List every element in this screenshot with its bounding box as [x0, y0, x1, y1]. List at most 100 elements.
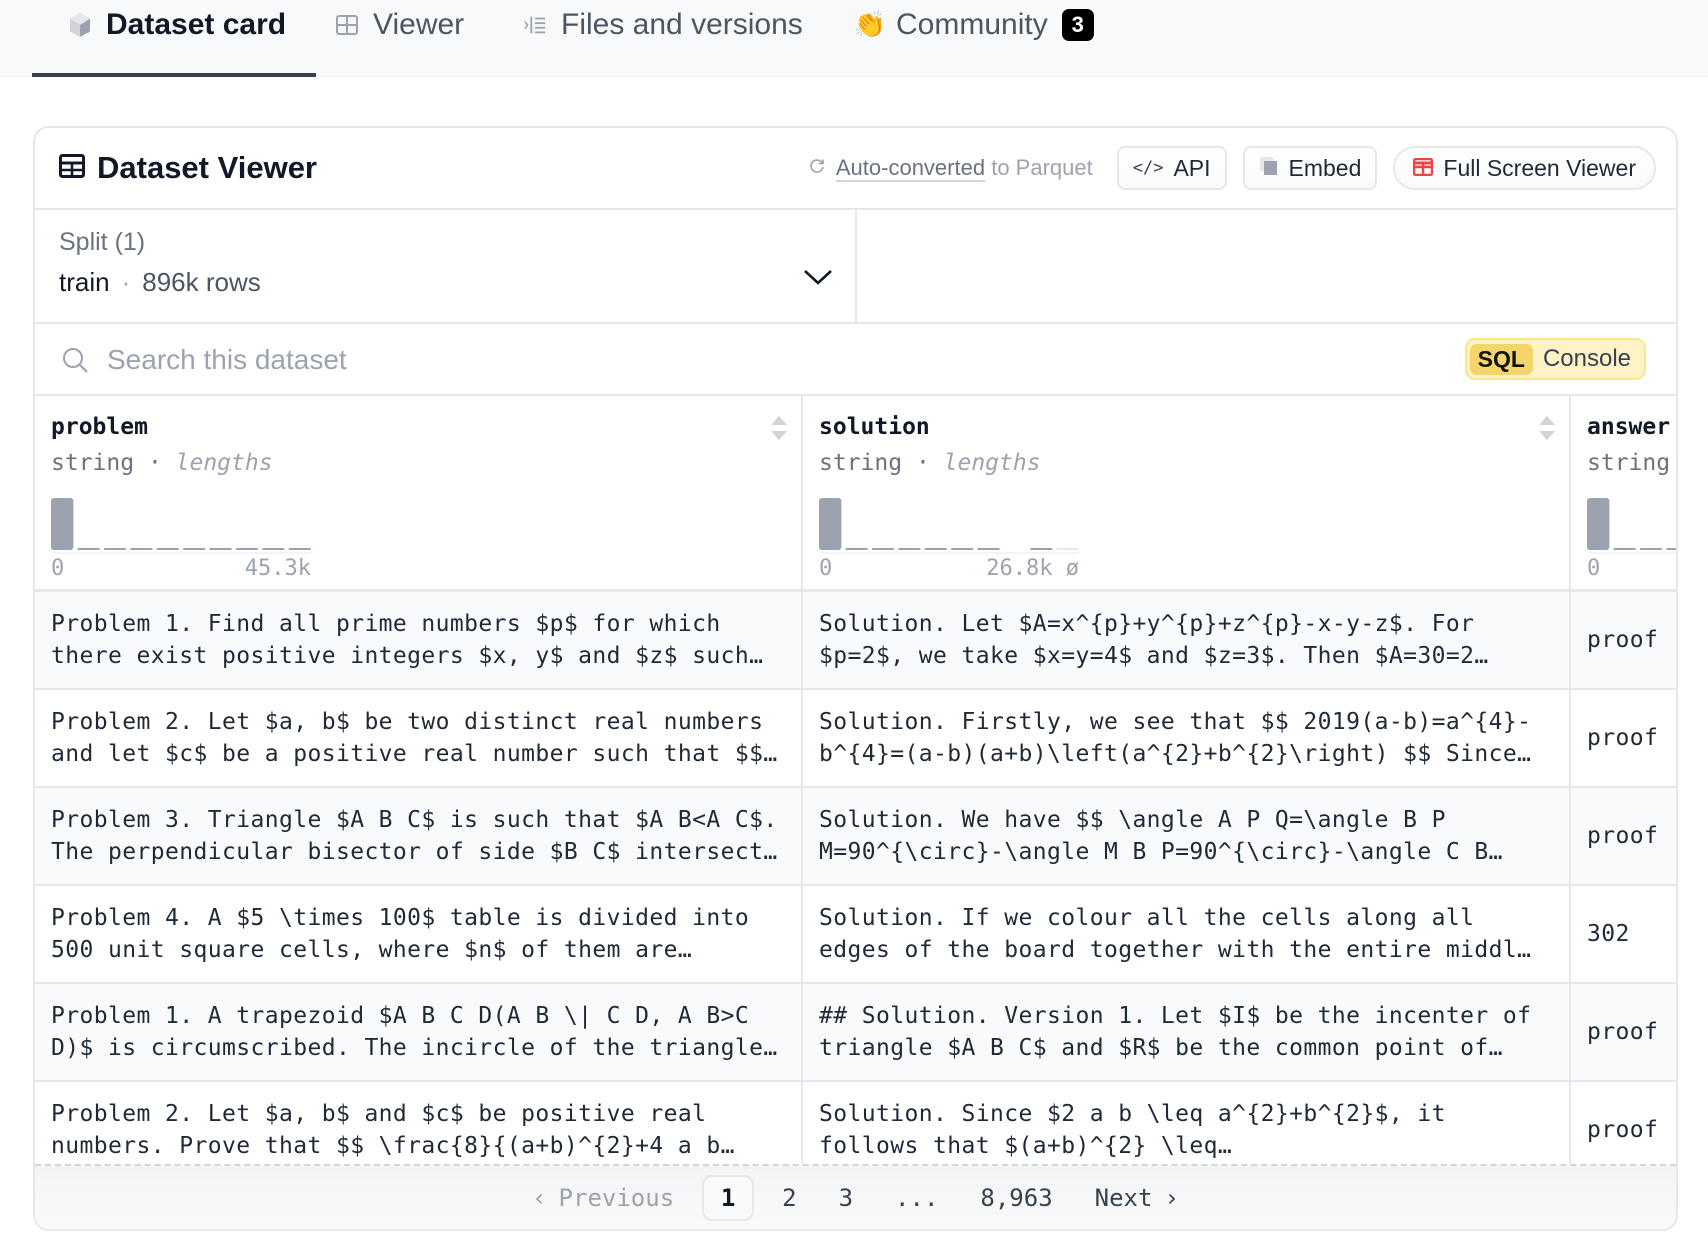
problem-text: Problem 2. Let $a, b$ and $c$ be positiv… [51, 1101, 735, 1159]
column-name: problem [51, 414, 148, 440]
solution-text: Solution. We have $$ \angle A P Q=\angle… [819, 807, 1503, 865]
tab-dataset-card[interactable]: Dataset card [31, 0, 317, 77]
auto-converted-link[interactable]: Auto-converted [836, 155, 985, 180]
tab-label: Files and versions [561, 7, 803, 41]
table-cell-answer[interactable]: proof [1571, 788, 1676, 886]
table-cell-solution[interactable]: Solution. Let $A=x^{p}+y^{p}+z^{p}-x-y-z… [803, 592, 1569, 690]
histogram-min: 0 [51, 556, 65, 581]
search-bar: SQL Console [35, 324, 1676, 396]
table-cell-problem[interactable]: Problem 2. Let $a, b$ be two distinct re… [35, 690, 801, 788]
histogram-bar [130, 548, 153, 550]
answer-text: proof [1587, 725, 1659, 751]
column-name: solution [819, 414, 930, 440]
split-value: train · 896k rows [59, 267, 831, 298]
column-problem: problem string · lengths 0 45.3k Problem… [35, 396, 803, 1166]
tab-files-and-versions[interactable]: Files and versions [523, 0, 803, 77]
table-cell-solution[interactable]: Solution. Firstly, we see that $$ 2019(a… [803, 690, 1569, 788]
split-filler [857, 210, 1676, 324]
solution-text: Solution. Let $A=x^{p}+y^{p}+z^{p}-x-y-z… [819, 611, 1489, 669]
histogram-bar [977, 548, 1000, 550]
split-separator: · [121, 267, 131, 297]
table-cell-answer[interactable]: proof [1571, 1082, 1676, 1166]
table-cell-answer[interactable]: proof [1571, 592, 1676, 690]
viewer-title: Dataset Viewer [59, 150, 317, 186]
page-button-3[interactable]: 3 [825, 1178, 867, 1218]
column-type: string [1587, 450, 1671, 476]
table-cell-answer[interactable]: 302 [1571, 886, 1676, 984]
previous-page-button[interactable]: ‹ Previous [518, 1178, 688, 1218]
length-histogram[interactable] [1587, 496, 1676, 554]
histogram-bar [156, 548, 179, 550]
solution-text: Solution. Since $2 a b \leq a^{2}+b^{2}$… [819, 1101, 1461, 1159]
histogram-axis: 0 26.8k ø [819, 556, 1079, 581]
histogram-bar [898, 548, 921, 550]
table-cell-answer[interactable]: proof [1571, 984, 1676, 1082]
files-icon [523, 13, 547, 37]
api-button-label: API [1173, 154, 1211, 181]
next-page-button[interactable]: Next › [1081, 1178, 1193, 1218]
sql-console-label: Console [1542, 345, 1631, 372]
problem-text: Problem 3. Triangle $A B C$ is such that… [51, 807, 778, 865]
histogram-bar [1639, 548, 1663, 550]
histogram-bar [103, 548, 127, 550]
problem-text: Problem 2. Let $a, b$ be two distinct re… [51, 709, 778, 767]
split-row-count: 896k rows [142, 267, 261, 297]
table-cell-problem[interactable]: Problem 4. A $5 \times 100$ table is div… [35, 886, 801, 984]
tab-label: Viewer [373, 7, 465, 41]
problem-text: Problem 1. A trapezoid $A B C D(A B \| C… [51, 1003, 778, 1061]
table-cell-solution[interactable]: Solution. We have $$ \angle A P Q=\angle… [803, 788, 1569, 886]
page-button-2[interactable]: 2 [768, 1178, 810, 1218]
page-button-1[interactable]: 1 [702, 1174, 755, 1221]
tab-community[interactable]: 👏 Community 3 [854, 0, 1094, 77]
problem-text: Problem 4. A $5 \times 100$ table is div… [51, 905, 764, 963]
chevron-left-icon: ‹ [532, 1183, 547, 1212]
table-cell-problem[interactable]: Problem 2. Let $a, b$ and $c$ be positiv… [35, 1082, 801, 1166]
column-type: string · lengths [819, 450, 1041, 476]
chevron-right-icon: › [1164, 1183, 1179, 1212]
viewer-title-text: Dataset Viewer [97, 150, 317, 185]
length-histogram[interactable] [51, 496, 311, 554]
histogram-bar [51, 498, 74, 550]
column-header: problem string · lengths 0 45.3k [35, 396, 801, 592]
page-ellipsis: ... [895, 1183, 939, 1212]
full-screen-viewer-button[interactable]: Full Screen Viewer [1393, 146, 1656, 190]
embed-icon [1259, 155, 1279, 182]
histogram-bar [871, 548, 895, 550]
cube-icon [68, 12, 92, 37]
histogram-bar [1056, 548, 1079, 550]
table-cell-answer[interactable]: proof [1571, 690, 1676, 788]
sql-console-button[interactable]: SQL Console [1464, 338, 1646, 380]
histogram-axis: 0 45.3k [51, 556, 311, 581]
table-cell-problem[interactable]: Problem 1. Find all prime numbers $p$ fo… [35, 592, 801, 690]
split-name: train [59, 267, 110, 297]
column-name: answer [1587, 414, 1671, 440]
page-button-last[interactable]: 8,963 [966, 1178, 1066, 1218]
embed-button[interactable]: Embed [1242, 146, 1378, 190]
solution-text: Solution. If we colour all the cells alo… [819, 905, 1532, 963]
refresh-icon [808, 155, 826, 181]
answer-text: proof [1587, 823, 1659, 849]
table-icon [335, 13, 359, 37]
table-cell-problem[interactable]: Problem 1. A trapezoid $A B C D(A B \| C… [35, 984, 801, 1082]
sort-icon[interactable] [769, 414, 789, 446]
histogram-bar [183, 548, 206, 550]
answer-text: 302 [1587, 921, 1630, 947]
community-count-badge: 3 [1061, 8, 1094, 41]
table-cell-problem[interactable]: Problem 3. Triangle $A B C$ is such that… [35, 788, 801, 886]
split-selector[interactable]: Split (1) train · 896k rows [35, 210, 857, 324]
tab-label: Community [896, 7, 1048, 41]
table-cell-solution[interactable]: Solution. Since $2 a b \leq a^{2}+b^{2}$… [803, 1082, 1569, 1166]
table-cell-solution[interactable]: Solution. If we colour all the cells alo… [803, 886, 1569, 984]
tab-viewer[interactable]: Viewer [335, 0, 464, 77]
search-input[interactable] [107, 338, 907, 382]
table-icon [1413, 155, 1434, 182]
table-cell-solution[interactable]: ## Solution. Version 1. Let $I$ be the i… [803, 984, 1569, 1082]
api-button[interactable]: </> API [1116, 146, 1227, 190]
sort-icon[interactable] [1537, 414, 1557, 446]
length-histogram[interactable] [819, 496, 1079, 554]
viewer-header: Dataset Viewer Auto-converted to Parquet… [35, 128, 1676, 210]
histogram-bar [209, 548, 232, 550]
dataset-viewer-card: Dataset Viewer Auto-converted to Parquet… [33, 126, 1678, 1231]
answer-text: proof [1587, 1117, 1659, 1143]
data-table: problem string · lengths 0 45.3k Problem… [35, 396, 1676, 1166]
